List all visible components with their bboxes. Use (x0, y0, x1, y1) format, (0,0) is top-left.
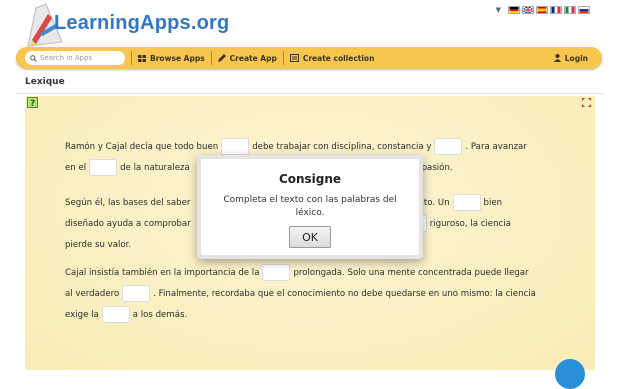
text-segment: Ramón y Cajal decía que todo buen (65, 141, 219, 152)
collection-icon (289, 54, 299, 62)
dialog-message: Completa el texto con las palabras del l… (223, 195, 397, 218)
search-input[interactable] (40, 54, 120, 62)
create-app-link[interactable]: Create App (217, 53, 277, 63)
instructions-dialog: Consigne Completa el texto con las palab… (197, 155, 423, 259)
text-segment: riguroso, la ciencia (429, 218, 511, 229)
blank-slot[interactable] (221, 138, 250, 155)
nav-divider (210, 51, 212, 65)
create-app-label: Create App (229, 53, 277, 63)
text-line: al verdadero . Finalmente, recordaba que … (65, 283, 565, 304)
text-segment: nto. Un (418, 197, 450, 208)
paragraph-3: Cajal insistía también en la importancia… (65, 262, 565, 325)
main-navbar: Browse Apps Create App Create collection… (16, 47, 602, 69)
text-segment: Cajal insistía también en la importancia… (65, 267, 260, 278)
nav-divider (282, 51, 284, 65)
text-segment: bien (483, 197, 503, 208)
browse-apps-link[interactable]: Browse Apps (138, 54, 205, 63)
ru-flag-icon[interactable] (578, 6, 590, 14)
text-segment: en el (65, 162, 87, 173)
ok-button[interactable]: OK (289, 226, 331, 248)
browse-apps-label: Browse Apps (150, 53, 205, 63)
blank-slot[interactable] (262, 264, 291, 281)
grid-icon (138, 54, 146, 62)
blank-slot[interactable] (89, 159, 118, 176)
text-segment: . Para avanzar (465, 141, 527, 152)
language-selector[interactable]: ▼ (496, 6, 590, 14)
dialog-body: Consigne Completa el texto con las palab… (201, 159, 419, 255)
text-segment: debe trabajar con disciplina, constancia… (252, 141, 432, 152)
floating-action-button[interactable] (555, 359, 585, 389)
create-collection-label: Create collection (302, 53, 375, 63)
logo[interactable]: LearningApps.org (22, 2, 229, 48)
fr-flag-icon[interactable] (550, 6, 562, 14)
fullscreen-icon[interactable] (582, 98, 591, 107)
text-segment: . Finalmente, recordaba que el conocimie… (153, 288, 536, 299)
search-box[interactable] (25, 51, 125, 65)
blank-slot[interactable] (452, 194, 481, 211)
text-line: Cajal insistía también en la importancia… (65, 262, 565, 283)
text-segment: al verdadero (65, 288, 120, 299)
blank-slot[interactable] (101, 306, 130, 323)
page-title: Lexique (25, 77, 65, 87)
caret-down-icon[interactable]: ▼ (496, 6, 501, 14)
search-icon (30, 54, 37, 62)
pencil-icon (217, 54, 226, 62)
text-segment: diseñado ayuda a comprobar (65, 218, 191, 229)
nav-divider (131, 51, 132, 65)
text-segment: prolongada. Solo una mente concentrada p… (293, 267, 529, 278)
text-segment: exige la (65, 309, 99, 320)
svg-text:?: ? (30, 99, 35, 109)
login-link[interactable]: Login (553, 53, 588, 63)
user-icon (553, 54, 561, 62)
blank-slot[interactable] (122, 285, 151, 302)
blank-slot[interactable] (434, 138, 463, 155)
create-collection-link[interactable]: Create collection (289, 53, 375, 63)
es-flag-icon[interactable] (536, 6, 548, 14)
text-segment: de la naturaleza (120, 162, 190, 173)
text-line: Ramón y Cajal decía que todo buen debe tr… (65, 136, 565, 157)
help-icon[interactable]: ? (27, 97, 39, 109)
login-label: Login (564, 53, 588, 63)
title-divider (16, 93, 604, 94)
logo-text: LearningApps.org (54, 12, 230, 34)
gb-flag-icon[interactable] (522, 6, 534, 14)
text-line: exige la a los demás. (65, 304, 565, 325)
dialog-title: Consigne (278, 172, 342, 186)
text-segment: a los demás. (132, 309, 188, 320)
de-flag-icon[interactable] (508, 6, 520, 14)
text-segment: Según él, las bases del saber (65, 197, 191, 208)
it-flag-icon[interactable] (564, 6, 576, 14)
text-segment: pierde su valor. (65, 239, 132, 250)
